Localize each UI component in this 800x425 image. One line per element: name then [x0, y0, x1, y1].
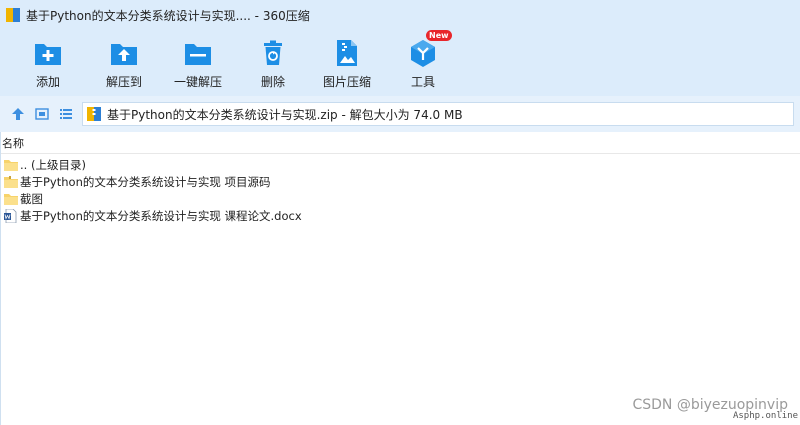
arrow-up-icon — [12, 108, 24, 120]
path-bar[interactable]: 基于Python的文本分类系统设计与实现.zip - 解包大小为 74.0 MB — [82, 102, 794, 126]
thumbnail-view-icon — [35, 108, 49, 120]
title-bar: 基于Python的文本分类系统设计与实现.... - 360压缩 — [0, 0, 800, 30]
list-column-header: 名称 — [0, 132, 800, 154]
extract-to-icon — [109, 38, 139, 68]
word-document-icon — [4, 208, 17, 223]
recycle-bin-icon — [258, 38, 288, 68]
list-item-screenshots[interactable]: 截图 — [0, 190, 800, 207]
new-badge: New — [426, 30, 452, 41]
thumbnail-view-button[interactable] — [32, 104, 52, 124]
list-item-parent-directory[interactable]: .. (上级目录) — [0, 156, 800, 173]
archive-path-text: 基于Python的文本分类系统设计与实现.zip - 解包大小为 74.0 MB — [107, 107, 463, 122]
one-click-extract-button[interactable]: 一键解压 — [158, 38, 238, 94]
list-item-project-source[interactable]: 基于Python的文本分类系统设计与实现 项目源码 — [0, 173, 800, 190]
list-view-button[interactable] — [56, 104, 76, 124]
column-name-header[interactable]: 名称 — [2, 135, 24, 151]
archive-icon — [87, 107, 101, 121]
window-title: 基于Python的文本分类系统设计与实现.... - 360压缩 — [26, 8, 310, 23]
list-view-icon — [60, 109, 72, 119]
folder-icon — [4, 193, 18, 205]
add-icon — [33, 38, 63, 68]
folder-icon — [4, 159, 18, 171]
extract-to-button[interactable]: 解压到 — [84, 38, 164, 94]
image-compress-icon — [332, 38, 362, 68]
tools-button[interactable]: New 工具 — [383, 30, 463, 94]
app-logo-icon — [6, 8, 20, 22]
one-click-extract-icon — [183, 38, 213, 68]
tools-cube-icon: New — [408, 30, 452, 68]
up-level-button[interactable] — [8, 104, 28, 124]
file-list: .. (上级目录) 基于Python的文本分类系统设计与实现 项目源码 截图 基… — [0, 156, 800, 224]
toolbar: 添加 解压到 一键解压 删除 图片压缩 New 工具 — [0, 30, 800, 96]
app-window: 基于Python的文本分类系统设计与实现.... - 360压缩 添加 解压到 — [0, 0, 800, 425]
image-compress-button[interactable]: 图片压缩 — [307, 38, 387, 94]
list-item-thesis-docx[interactable]: 基于Python的文本分类系统设计与实现 课程论文.docx — [0, 207, 800, 224]
site-watermark: Asphp.online — [732, 411, 798, 421]
folder-icon — [4, 175, 18, 188]
delete-button[interactable]: 删除 — [233, 38, 313, 94]
navigation-bar: 基于Python的文本分类系统设计与实现.zip - 解包大小为 74.0 MB — [0, 96, 800, 132]
add-button[interactable]: 添加 — [8, 38, 88, 94]
